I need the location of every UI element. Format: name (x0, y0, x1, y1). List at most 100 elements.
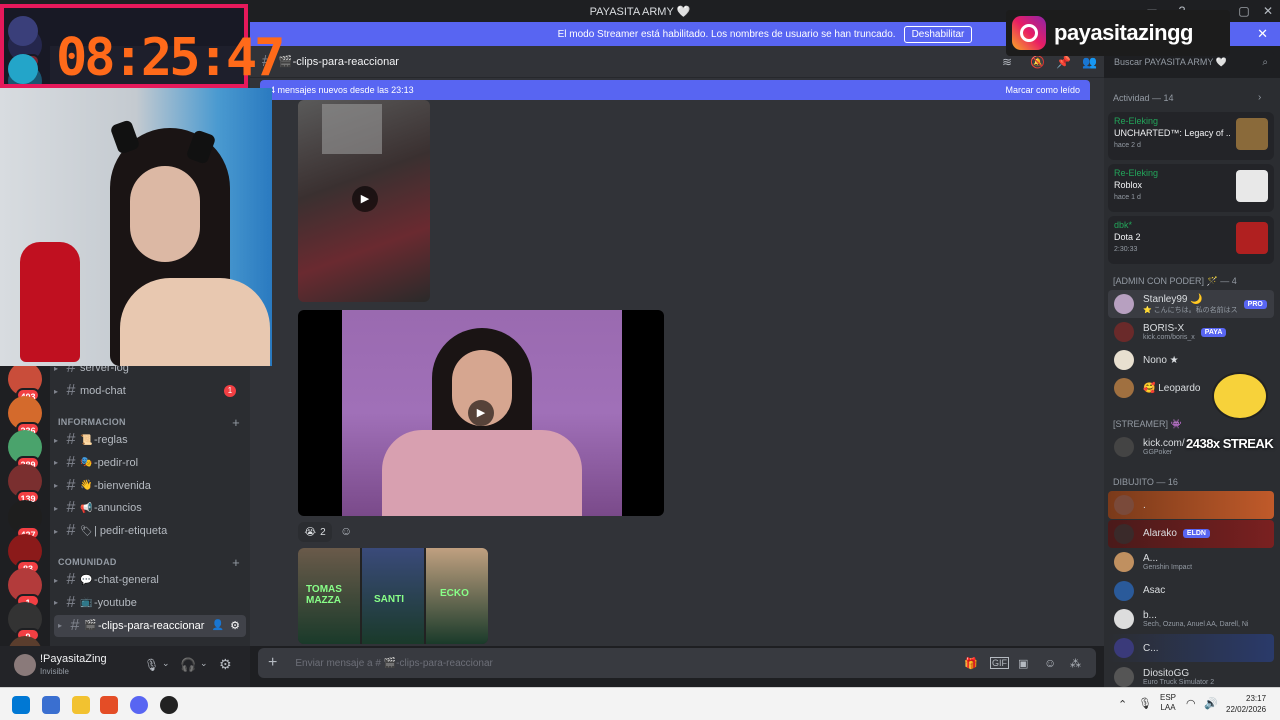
pin-icon[interactable]: 📌 (1056, 55, 1071, 69)
member-row[interactable]: Alarako ELDN (1108, 519, 1274, 548)
maximize-button[interactable]: ▢ (1236, 3, 1252, 19)
image-attachment[interactable]: TOMAS MAZZA SANTI ECKO (298, 548, 488, 644)
gear-icon[interactable]: ⚙ (230, 619, 240, 632)
obs-icon[interactable] (160, 696, 178, 714)
microphone-icon[interactable]: 🎙 (1138, 697, 1152, 710)
chevron-right-icon: ▸ (53, 598, 58, 608)
add-channel-icon[interactable]: + (232, 555, 240, 570)
volume-icon[interactable]: 🔊 (1204, 697, 1218, 710)
channel-item[interactable]: ▸ # 📢 -anuncios (50, 497, 246, 519)
play-icon[interactable]: ▶ (352, 186, 378, 212)
channel-title: 🎬-clips-para-reaccionar (278, 56, 399, 68)
member-tag: ELDN (1182, 529, 1210, 539)
message-composer[interactable]: + Enviar mensaje a # 🎬-clips-para-reacci… (258, 648, 1096, 678)
headphones-icon[interactable]: 🎧 (180, 657, 196, 673)
channel-item[interactable]: ▸ # 🎭 -pedir-rol (50, 452, 246, 474)
video-attachment[interactable]: ▶ (298, 100, 430, 302)
channel-item[interactable]: ▸ # 👋 -bienvenida (50, 475, 246, 497)
start-icon[interactable] (12, 696, 30, 714)
chevron-up-icon[interactable]: ⌃ (1118, 698, 1127, 711)
new-messages-bar[interactable]: 4 mensajes nuevos desde las 23:13 Marcar… (260, 80, 1090, 100)
discord-icon[interactable] (130, 696, 148, 714)
close-window-button[interactable]: ✕ (1260, 3, 1276, 19)
member-row[interactable]: Nono ★ (1108, 346, 1274, 374)
sticker-icon[interactable]: ▣ (1018, 657, 1028, 670)
gift-icon[interactable]: 🎁 (964, 657, 978, 670)
add-member-icon[interactable]: 👤 (212, 620, 224, 631)
activity-card[interactable]: dbk* Dota 2 2:30:33 (1108, 216, 1274, 264)
mute-icon[interactable]: 🔕 (1030, 55, 1045, 69)
member-row[interactable]: BORIS-X kick.com/boris_x PAYA (1108, 318, 1274, 346)
chevron-right-icon[interactable]: › (1258, 92, 1261, 103)
member-row[interactable]: b... Sech, Ozuna, Anuel AA, Darell, Ni (1108, 605, 1274, 633)
member-name: C... (1143, 642, 1159, 654)
member-info: DiositoGG Euro Truck Simulator 2 (1143, 668, 1214, 686)
channel-item[interactable]: ▸ # 📺 -youtube (50, 592, 246, 614)
collage-label: TOMAS MAZZA (306, 584, 342, 606)
clock[interactable]: 23:17 22/02/2026 (1226, 693, 1266, 715)
hash-icon: # (66, 522, 76, 540)
avatar (1114, 523, 1134, 544)
file-explorer-icon[interactable] (72, 696, 90, 714)
video-attachment[interactable]: ▶ (298, 310, 664, 516)
emoji-icon[interactable]: ☺ (1044, 656, 1056, 670)
category-label: COMUNIDAD (58, 557, 117, 567)
browser-icon[interactable] (100, 696, 118, 714)
avatar (1114, 495, 1134, 515)
chevron-right-icon: ▸ (53, 458, 58, 468)
search-icon: ⌕ (1262, 56, 1268, 68)
wifi-icon[interactable]: ◠ (1186, 697, 1196, 710)
body-shape (382, 430, 582, 516)
category-informacion[interactable]: INFORMACION + (58, 415, 246, 430)
role-group-header: DIBUJITO — 16 (1113, 477, 1178, 487)
language-indicator[interactable]: ESP LAA (1160, 693, 1176, 713)
channel-item[interactable]: ▸ # 🏷 | pedir-etiqueta (50, 520, 246, 542)
collage-label: ECKO (440, 588, 469, 599)
activity-card[interactable]: Re-Eleking UNCHARTED™: Legacy of ... hace … (1108, 112, 1274, 160)
member-name: Alarako (1143, 528, 1177, 540)
gear-icon[interactable]: ⚙ (219, 656, 232, 673)
bee-icon (1212, 372, 1268, 420)
member-name: b... (1143, 610, 1157, 622)
member-status: Sech, Ozuna, Anuel AA, Darell, Ni (1143, 621, 1249, 629)
member-name: DiositoGG (1143, 667, 1190, 679)
channel-item[interactable]: ▸ # 🎬 -clips-para-reaccionar 👤 ⚙ (54, 614, 246, 637)
channel-item[interactable]: ▸ # 📜 -reglas (50, 429, 246, 451)
timer-text: 08:25:47 (56, 28, 285, 88)
avatar (1114, 666, 1134, 687)
clock-date: 22/02/2026 (1226, 705, 1267, 714)
add-attachment-icon[interactable]: + (268, 654, 277, 672)
add-reaction-icon[interactable]: ☺ (340, 524, 352, 538)
avatar[interactable] (14, 654, 36, 676)
activity-game: UNCHARTED™: Legacy of ... (1114, 128, 1230, 138)
microphone-icon[interactable]: 🎙 (144, 658, 159, 672)
category-comunidad[interactable]: COMUNIDAD + (58, 555, 246, 570)
gif-icon[interactable]: GIF (990, 657, 1009, 669)
activity-card[interactable]: Re-Eleking Roblox hace 1 d (1108, 164, 1274, 212)
member-row[interactable]: . (1108, 491, 1274, 519)
channel-emoji: 🎬 (84, 620, 97, 632)
mark-read-button[interactable]: Marcar como leído (1005, 85, 1080, 95)
username[interactable]: !PayasitaZing (40, 653, 107, 665)
member-row[interactable]: Asac (1108, 577, 1274, 605)
add-channel-icon[interactable]: + (232, 415, 240, 430)
members-icon[interactable]: 👥 (1082, 55, 1097, 69)
message-input[interactable]: Enviar mensaje a # 🎬-clips-para-reaccion… (295, 658, 493, 669)
channel-item[interactable]: ▸ # mod-chat 1 (50, 380, 246, 402)
chevron-down-icon[interactable]: ⌄ (200, 658, 208, 669)
close-banner-icon[interactable]: ✕ (1257, 26, 1268, 42)
collage-label: SANTI (374, 594, 404, 605)
member-row[interactable]: A... Genshin Impact (1108, 548, 1274, 576)
threads-icon[interactable]: ≋ (1002, 55, 1012, 69)
member-row[interactable]: C... (1108, 634, 1274, 662)
hash-icon: # (66, 499, 76, 517)
reaction-pill[interactable]: 😭 2 (298, 522, 332, 542)
disable-streamer-button[interactable]: Deshabilitar (903, 25, 973, 43)
chevron-down-icon[interactable]: ⌄ (162, 658, 170, 669)
apps-icon[interactable]: ⁂ (1070, 657, 1081, 670)
channel-item[interactable]: ▸ # 💬 -chat-general (50, 569, 246, 591)
play-icon[interactable]: ▶ (468, 400, 494, 426)
task-view-icon[interactable] (42, 696, 60, 714)
member-row[interactable]: Stanley99 🌙 ⭐ こんにちは。私の名前はス PRO (1108, 290, 1274, 318)
channel-label: mod-chat (80, 385, 126, 397)
